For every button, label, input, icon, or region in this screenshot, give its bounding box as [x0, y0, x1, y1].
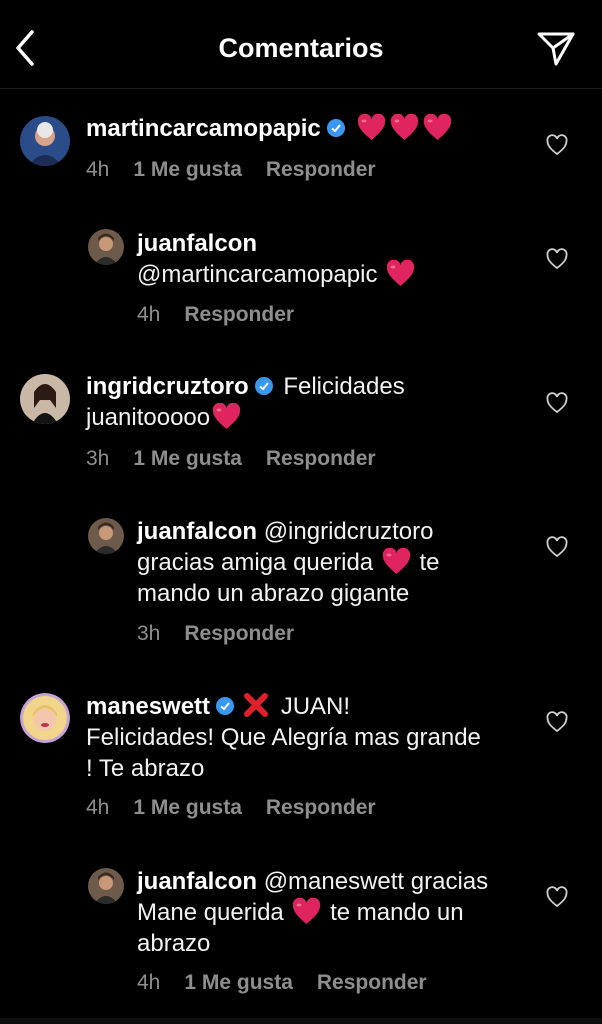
cross-mark-emoji [244, 693, 269, 717]
timestamp: 4h [137, 303, 161, 326]
comment-meta: 4h Responder [137, 303, 318, 327]
comment-body: gracias amiga querida [137, 549, 374, 576]
verified-icon [254, 377, 273, 395]
username[interactable]: martincarcamopapic [86, 115, 321, 142]
comment-body: te [419, 549, 440, 576]
likes-count[interactable]: 1 Me gusta [184, 971, 293, 994]
avatar[interactable] [20, 374, 70, 424]
reply-button[interactable]: Responder [184, 622, 294, 645]
comment-body: juanitooooo [86, 404, 211, 431]
reply-button[interactable]: Responder [266, 796, 376, 819]
comment-body: abrazo [137, 930, 211, 957]
like-heart-outline-icon[interactable] [546, 886, 568, 908]
comment-body: Felicidades! Que Alegría mas grande [86, 724, 481, 751]
comment-text: juanfalcon @martincarcamopapic [137, 228, 557, 290]
comment-body: Mane querida [137, 899, 284, 926]
comment-body: Felicidades [283, 373, 405, 400]
like-heart-outline-icon[interactable] [546, 134, 568, 156]
username[interactable]: maneswett [86, 693, 210, 720]
comment-body: mando un abrazo gigante [137, 580, 410, 607]
header-bar: Comentarios [0, 0, 602, 89]
comment-body: JUAN! [280, 693, 351, 720]
heart-emoji [382, 548, 410, 574]
timestamp: 4h [86, 158, 110, 181]
like-heart-outline-icon[interactable] [546, 711, 568, 733]
username[interactable]: juanfalcon [137, 518, 257, 545]
likes-count[interactable]: 1 Me gusta [133, 158, 242, 181]
comment-text: maneswett JUAN! Felicidades! Que Alegría… [86, 691, 526, 784]
share-button[interactable] [536, 30, 576, 68]
username[interactable]: ingridcruztoro [86, 373, 249, 400]
heart-emoji [212, 403, 241, 429]
comment-text: juanfalcon @ingridcruztoro gracias amiga… [137, 516, 537, 609]
reply-button[interactable]: Responder [184, 303, 294, 326]
comment-body: ! Te abrazo [86, 755, 205, 782]
comment-meta: 4h 1 Me gusta Responder [86, 158, 400, 182]
comment-body: @maneswett gracias [263, 868, 489, 895]
avatar[interactable] [20, 693, 70, 743]
page-title: Comentarios [218, 33, 384, 63]
mention[interactable]: @ingridcruztoro [264, 518, 434, 545]
username[interactable]: juanfalcon [137, 868, 257, 895]
verified-icon [216, 697, 235, 715]
likes-count[interactable]: 1 Me gusta [133, 447, 242, 470]
heart-emoji [293, 898, 321, 924]
avatar[interactable] [88, 229, 124, 265]
avatar[interactable] [88, 518, 124, 554]
avatar[interactable] [20, 116, 70, 166]
heart-emoji [386, 260, 415, 286]
timestamp: 4h [86, 796, 110, 819]
verified-icon [326, 119, 345, 137]
comment-text: ingridcruztoro Felicidades juanitooooo [86, 371, 526, 433]
likes-count[interactable]: 1 Me gusta [133, 796, 242, 819]
comment-meta: 3h 1 Me gusta Responder [86, 447, 400, 471]
comment-meta: 3h Responder [137, 622, 318, 646]
username[interactable]: juanfalcon [137, 230, 257, 257]
avatar[interactable] [88, 868, 124, 904]
comment-meta: 4h 1 Me gusta Responder [86, 796, 400, 820]
heart-emoji [358, 114, 386, 140]
like-heart-outline-icon[interactable] [546, 248, 568, 270]
like-heart-outline-icon[interactable] [546, 536, 568, 558]
timestamp: 3h [86, 447, 110, 470]
comment-meta: 4h 1 Me gusta Responder [137, 971, 451, 995]
heart-emoji [391, 114, 419, 140]
heart-emoji [424, 114, 452, 140]
like-heart-outline-icon[interactable] [546, 392, 568, 414]
bottom-divider [0, 1018, 602, 1024]
send-icon [537, 32, 575, 66]
reply-button[interactable]: Responder [266, 158, 376, 181]
timestamp: 4h [137, 971, 161, 994]
comment-text: martincarcamopapic [86, 113, 546, 144]
comment-text: juanfalcon @maneswett gracias Mane queri… [137, 866, 537, 959]
reply-button[interactable]: Responder [317, 971, 427, 994]
timestamp: 3h [137, 622, 161, 645]
mention[interactable]: @martincarcamopapic [137, 261, 377, 288]
reply-button[interactable]: Responder [266, 447, 376, 470]
comment-body: te mando un [330, 899, 464, 926]
